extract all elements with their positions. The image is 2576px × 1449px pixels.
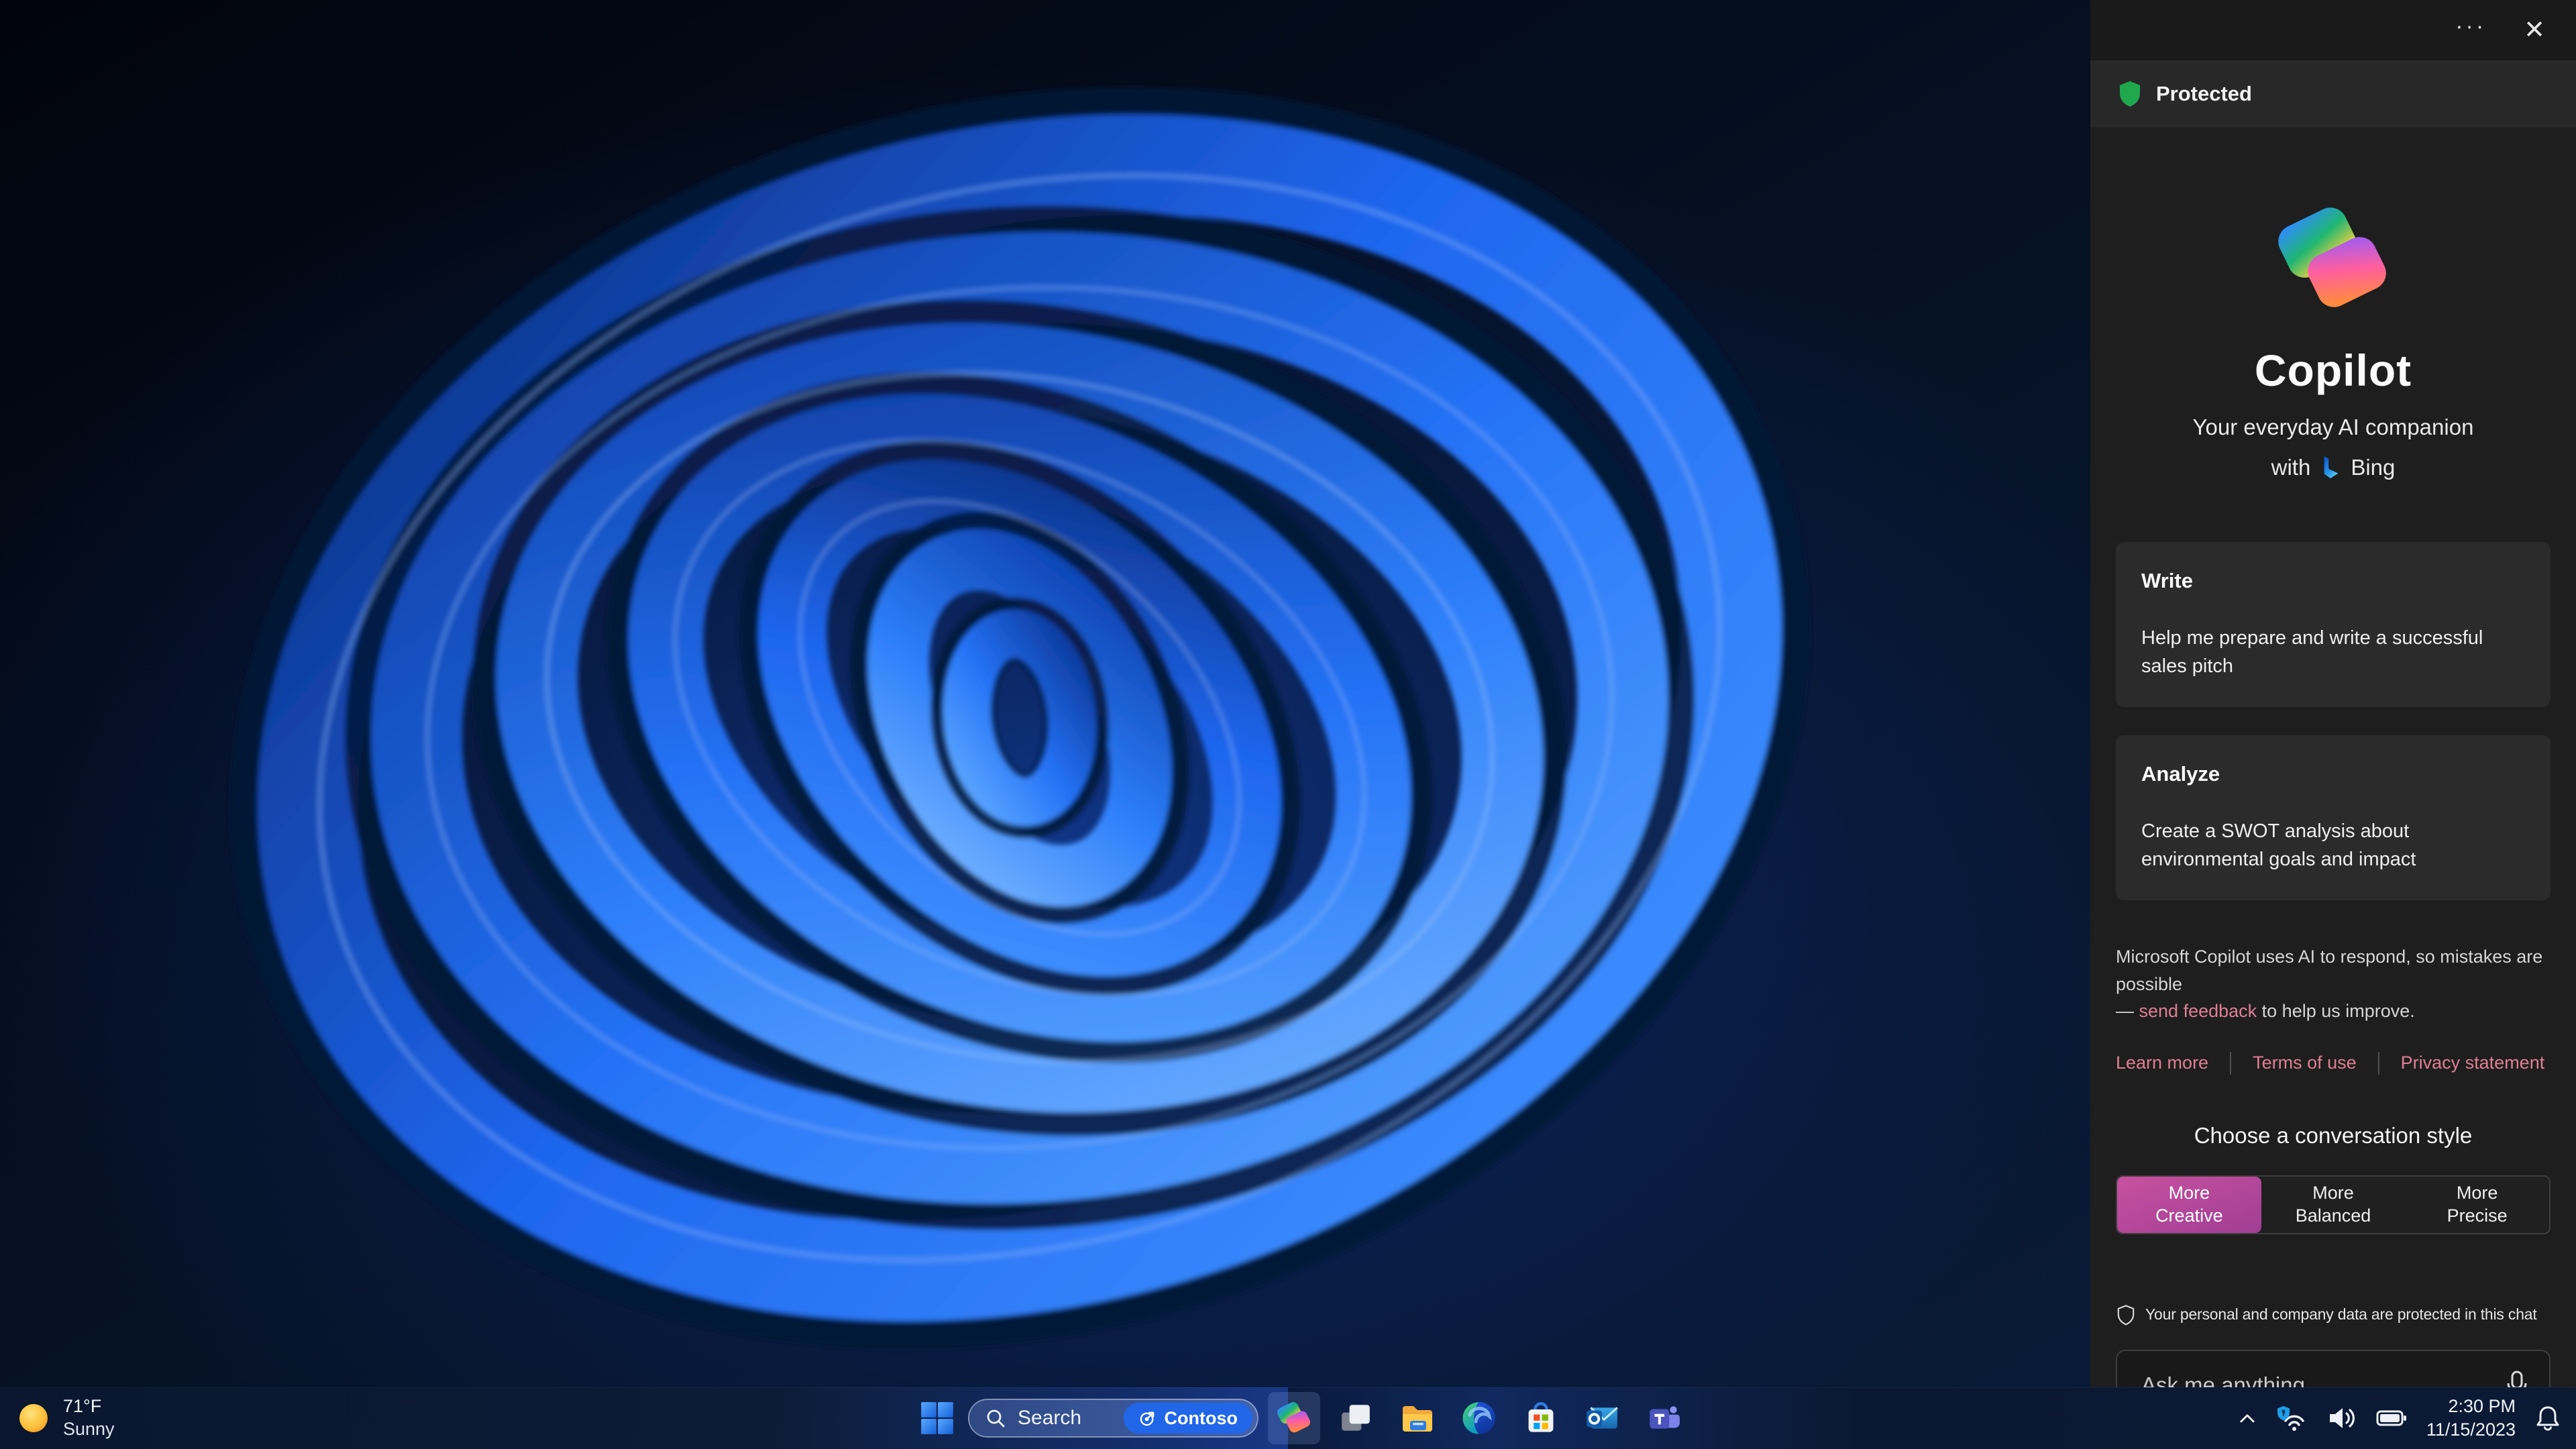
segment-label-bottom: Creative — [2155, 1205, 2223, 1226]
privacy-statement-link[interactable]: Privacy statement — [2401, 1053, 2545, 1073]
protected-banner: Protected — [2090, 60, 2576, 127]
bing-label: Bing — [2351, 455, 2396, 480]
start-button[interactable] — [916, 1392, 959, 1444]
bing-icon — [2324, 456, 2339, 478]
weather-widget[interactable]: 71°F Sunny — [17, 1387, 115, 1449]
task-view-button[interactable] — [1330, 1392, 1382, 1444]
learn-more-link[interactable]: Learn more — [2116, 1053, 2208, 1073]
segment-label-bottom: Precise — [2447, 1205, 2508, 1226]
card-body: Create a SWOT analysis about environment… — [2141, 820, 2416, 871]
disclaimer-line1: Microsoft Copilot uses AI to respond, so… — [2116, 947, 2543, 994]
protected-label: Protected — [2156, 82, 2252, 105]
conversation-style-heading: Choose a conversation style — [2194, 1122, 2473, 1148]
edge-icon — [1462, 1402, 1495, 1434]
teams-icon — [1650, 1406, 1680, 1429]
tray-time: 2:30 PM — [2448, 1395, 2516, 1416]
volume-icon[interactable] — [2327, 1405, 2357, 1432]
terms-of-use-link[interactable]: Terms of use — [2253, 1053, 2357, 1073]
copilot-subtitle: Your everyday AI companion — [2192, 415, 2474, 439]
panel-body: Copilot Your everyday AI companion with … — [2090, 127, 2576, 1449]
vpn-wifi-icon[interactable] — [2276, 1403, 2308, 1433]
battery-icon[interactable] — [2375, 1405, 2408, 1432]
style-more-balanced[interactable]: More Balanced — [2261, 1177, 2406, 1233]
card-body: Help me prepare and write a successful s… — [2141, 627, 2483, 678]
windows-logo-icon — [921, 1402, 953, 1434]
footer-links: Learn more Terms of use Privacy statemen… — [2116, 1051, 2551, 1075]
send-feedback-link[interactable]: send feedback — [2139, 1001, 2257, 1021]
segment-label-top: More — [2456, 1182, 2498, 1203]
search-box[interactable]: Search Contoso — [968, 1399, 1258, 1438]
search-placeholder: Search — [1018, 1407, 1082, 1429]
file-explorer-icon — [1403, 1406, 1432, 1432]
outlook-icon — [1587, 1407, 1618, 1429]
copilot-brand: Copilot Your everyday AI companion with … — [2116, 205, 2551, 480]
sun-icon — [19, 1404, 48, 1432]
card-title: Analyze — [2141, 762, 2220, 786]
link-separator — [2230, 1051, 2232, 1075]
disclaimer-line2-suffix: to help us improve. — [2257, 1001, 2415, 1022]
panel-header: ··· ✕ — [2090, 0, 2576, 60]
shield-protected-icon — [2120, 81, 2140, 107]
more-options-icon[interactable]: ··· — [2451, 14, 2490, 47]
copilot-sidebar-panel: ··· ✕ Protected Copilot Your everyday AI… — [2090, 0, 2576, 1449]
desktop: ··· ✕ Protected Copilot Your everyday AI… — [0, 0, 2576, 1449]
shield-outline-icon — [2117, 1304, 2135, 1326]
weather-condition: Sunny — [63, 1419, 115, 1439]
clock-widget[interactable]: 2:30 PM 11/15/2023 — [2426, 1395, 2516, 1442]
copilot-title: Copilot — [2254, 345, 2412, 395]
taskbar-copilot-button[interactable] — [1268, 1392, 1320, 1444]
link-separator — [2377, 1051, 2379, 1075]
style-more-creative[interactable]: More Creative — [2117, 1176, 2261, 1233]
copilot-icon — [1276, 1401, 1312, 1434]
notifications-bell-icon[interactable] — [2534, 1404, 2561, 1432]
with-text: with — [2271, 455, 2311, 480]
with-bing-row: with Bing — [2271, 455, 2396, 480]
segment-label-bottom: Balanced — [2295, 1205, 2371, 1226]
hidden-icons-chevron[interactable] — [2237, 1408, 2257, 1428]
taskbar-center: Search Contoso — [916, 1387, 1690, 1449]
close-icon[interactable]: ✕ — [2520, 17, 2549, 44]
taskbar: 71°F Sunny Search Contoso 2:30 PM 11/15/… — [0, 1387, 2576, 1449]
microsoft-store-icon — [1528, 1402, 1554, 1432]
edge-button[interactable] — [1453, 1392, 1505, 1444]
chat-privacy-text: Your personal and company data are prote… — [2145, 1305, 2537, 1324]
contoso-label: Contoso — [1164, 1407, 1238, 1428]
microsoft-store-button[interactable] — [1515, 1392, 1567, 1444]
suggestion-card-write[interactable]: Write Help me prepare and write a succes… — [2116, 542, 2551, 708]
search-icon — [987, 1409, 1005, 1428]
suggestion-card-analyze[interactable]: Analyze Create a SWOT analysis about env… — [2116, 735, 2551, 901]
card-title: Write — [2141, 569, 2193, 592]
target-icon — [1140, 1411, 1154, 1426]
copilot-logo — [2274, 205, 2392, 313]
suggestion-cards: Write Help me prepare and write a succes… — [2116, 542, 2551, 901]
contoso-badge[interactable]: Contoso — [1123, 1403, 1252, 1434]
chat-privacy-note: Your personal and company data are prote… — [2116, 1304, 2551, 1326]
task-view-icon — [1342, 1405, 1370, 1431]
style-more-precise[interactable]: More Precise — [2405, 1177, 2549, 1233]
segment-label-top: More — [2312, 1182, 2354, 1203]
ai-disclaimer: Microsoft Copilot uses AI to respond, so… — [2116, 943, 2551, 1025]
conversation-style-selector: More Creative More Balanced More Precise — [2116, 1175, 2551, 1234]
segment-label-top: More — [2168, 1182, 2210, 1203]
disclaimer-dash: — — [2116, 1001, 2139, 1022]
file-explorer-button[interactable] — [1391, 1392, 1444, 1444]
weather-temp: 71°F — [63, 1396, 102, 1417]
tray-date: 11/15/2023 — [2426, 1419, 2516, 1440]
system-tray: 2:30 PM 11/15/2023 — [2237, 1387, 2561, 1449]
outlook-button[interactable] — [1576, 1392, 1629, 1444]
teams-button[interactable] — [1638, 1392, 1690, 1444]
